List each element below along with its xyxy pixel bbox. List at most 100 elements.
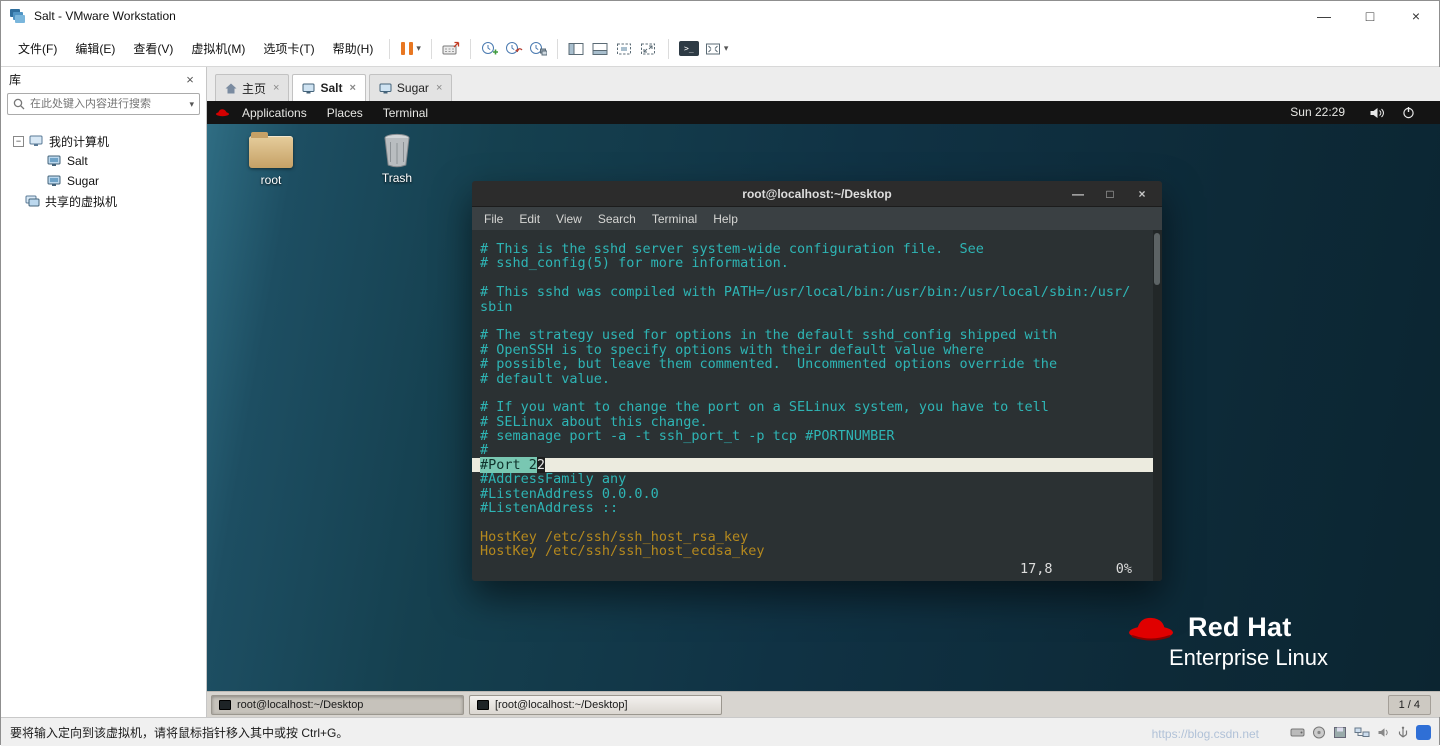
workspace-switcher[interactable]: 1 / 4: [1388, 695, 1431, 715]
usb-icon[interactable]: [1397, 726, 1409, 739]
window-titlebar: Salt - VMware Workstation — □ ×: [1, 1, 1439, 31]
minimize-icon[interactable]: —: [1062, 187, 1094, 201]
menu-vm[interactable]: 虚拟机(M): [182, 35, 254, 62]
close-icon[interactable]: ×: [1393, 1, 1439, 31]
menu-tabs[interactable]: 选项卡(T): [254, 35, 323, 62]
statusbar-hint: 要将输入定向到该虚拟机，请将鼠标指针移入其中或按 Ctrl+G。: [10, 724, 348, 741]
menu-view[interactable]: 查看(V): [124, 35, 182, 62]
send-ctrl-alt-del-button[interactable]: [439, 36, 463, 62]
gnome-menu-terminal[interactable]: Terminal: [373, 106, 438, 120]
fullscreen-button[interactable]: ▾: [702, 36, 732, 62]
tab-home[interactable]: 主页 ×: [215, 74, 289, 101]
tree-item-label: Sugar: [67, 174, 99, 188]
console-icon: >_: [679, 41, 699, 56]
window-list-item-terminal-minimized[interactable]: [root@localhost:~/Desktop]: [469, 695, 722, 715]
tree-item-vm-sugar[interactable]: Sugar: [1, 171, 206, 191]
menu-edit[interactable]: 编辑(E): [66, 35, 124, 62]
desktop-icon-root[interactable]: root: [239, 136, 303, 187]
terminal-titlebar[interactable]: root@localhost:~/Desktop — □ ×: [472, 181, 1162, 207]
redhat-product: Enterprise Linux: [1169, 645, 1328, 671]
terminal-window-controls: — □ ×: [1062, 181, 1158, 207]
terminal-line: HostKey /etc/ssh/ssh_host_rsa_key: [480, 530, 1162, 544]
terminal-line: sbin: [480, 300, 1162, 314]
floppy-icon[interactable]: [1333, 726, 1347, 739]
search-input[interactable]: [30, 98, 184, 110]
terminal-line: [480, 314, 1162, 328]
search-icon: [13, 98, 25, 110]
vmware-window: Salt - VMware Workstation — □ × 文件(F) 编辑…: [0, 0, 1440, 745]
terminal-window: root@localhost:~/Desktop — □ × File Edit…: [472, 181, 1162, 581]
tab-salt[interactable]: Salt ×: [292, 74, 365, 101]
minimize-icon[interactable]: —: [1301, 1, 1347, 31]
fit-guest-icon: [616, 42, 633, 56]
close-icon[interactable]: ×: [436, 82, 442, 94]
tree-item-vm-salt[interactable]: Salt: [1, 151, 206, 171]
chevron-down-icon[interactable]: ▾: [724, 43, 729, 54]
power-icon[interactable]: [1402, 106, 1415, 122]
tab-bar: 主页 × Salt × Sugar ×: [207, 67, 1440, 101]
power-pause-button[interactable]: ▾: [397, 36, 424, 62]
window-list-label: [root@localhost:~/Desktop]: [495, 699, 628, 711]
show-library-button[interactable]: [565, 36, 589, 62]
take-snapshot-button[interactable]: [478, 36, 502, 62]
terminal-menu-edit[interactable]: Edit: [511, 212, 548, 226]
terminal-body[interactable]: # This is the sshd server system-wide co…: [472, 230, 1162, 581]
terminal-menu-help[interactable]: Help: [705, 212, 746, 226]
terminal-line: # SELinux about this change.: [480, 415, 1162, 429]
close-icon[interactable]: ×: [1126, 187, 1158, 201]
close-icon[interactable]: ×: [349, 82, 355, 94]
network-icon[interactable]: [1354, 726, 1370, 739]
menu-help[interactable]: 帮助(H): [324, 35, 383, 62]
terminal-menu-search[interactable]: Search: [590, 212, 644, 226]
home-icon: [225, 83, 237, 94]
vm-icon: [47, 155, 62, 167]
watermark-text: https://blog.csdn.net: [1152, 727, 1259, 741]
gnome-menu-applications[interactable]: Applications: [232, 106, 317, 120]
desktop-icon-trash[interactable]: Trash: [365, 132, 429, 185]
terminal-line: # If you want to change the port on a SE…: [480, 400, 1162, 414]
maximize-icon[interactable]: □: [1347, 1, 1393, 31]
fit-guest-button[interactable]: [613, 36, 637, 62]
chevron-down-icon[interactable]: ▾: [416, 43, 421, 54]
gnome-menu-places[interactable]: Places: [317, 106, 373, 120]
redhat-icon: [215, 107, 230, 118]
collapse-icon[interactable]: −: [13, 136, 24, 147]
terminal-menu-terminal[interactable]: Terminal: [644, 212, 705, 226]
guest-screen: Applications Places Terminal Sun 22:29 r…: [207, 101, 1440, 717]
terminal-line: # semanage port -a -t ssh_port_t -p tcp …: [480, 429, 1162, 443]
sound-icon[interactable]: [1377, 726, 1390, 739]
volume-icon[interactable]: [1369, 107, 1385, 122]
redhat-branding: Red Hat Enterprise Linux: [1125, 610, 1328, 671]
snapshot-manager-button[interactable]: [526, 36, 550, 62]
terminal-menu-view[interactable]: View: [548, 212, 590, 226]
tree-item-my-computer[interactable]: − 我的计算机: [1, 131, 206, 151]
snapshot-take-icon: [481, 41, 499, 56]
tab-sugar[interactable]: Sugar ×: [369, 74, 452, 101]
tab-label: Sugar: [397, 81, 429, 95]
terminal-scrollbar[interactable]: [1153, 230, 1162, 581]
gnome-window-list: root@localhost:~/Desktop [root@localhost…: [207, 691, 1440, 717]
tab-label: Salt: [320, 81, 342, 95]
terminal-menu-file[interactable]: File: [476, 212, 511, 226]
clock[interactable]: Sun 22:29: [1290, 105, 1345, 119]
vm-screen-icon: [302, 83, 315, 94]
revert-snapshot-button[interactable]: [502, 36, 526, 62]
terminal-line: #ListenAddress ::: [480, 501, 1162, 515]
show-thumbnail-bar-button[interactable]: [589, 36, 613, 62]
menu-file[interactable]: 文件(F): [9, 35, 66, 62]
watermark-badge-icon: [1416, 725, 1431, 740]
harddisk-icon[interactable]: [1290, 726, 1305, 739]
scrollbar-thumb[interactable]: [1154, 233, 1160, 285]
console-view-button[interactable]: >_: [676, 36, 702, 62]
close-icon[interactable]: ×: [182, 72, 198, 87]
fit-window-button[interactable]: [637, 36, 661, 62]
terminal-line: [480, 271, 1162, 285]
cdrom-icon[interactable]: [1312, 726, 1326, 739]
tab-label: 主页: [242, 80, 266, 97]
toolbar-separator: [389, 39, 390, 59]
tree-item-shared-vms[interactable]: 共享的虚拟机: [1, 191, 206, 211]
chevron-down-icon[interactable]: ▾: [189, 99, 194, 110]
close-icon[interactable]: ×: [273, 82, 279, 94]
window-list-item-terminal[interactable]: root@localhost:~/Desktop: [211, 695, 464, 715]
maximize-icon[interactable]: □: [1094, 187, 1126, 201]
